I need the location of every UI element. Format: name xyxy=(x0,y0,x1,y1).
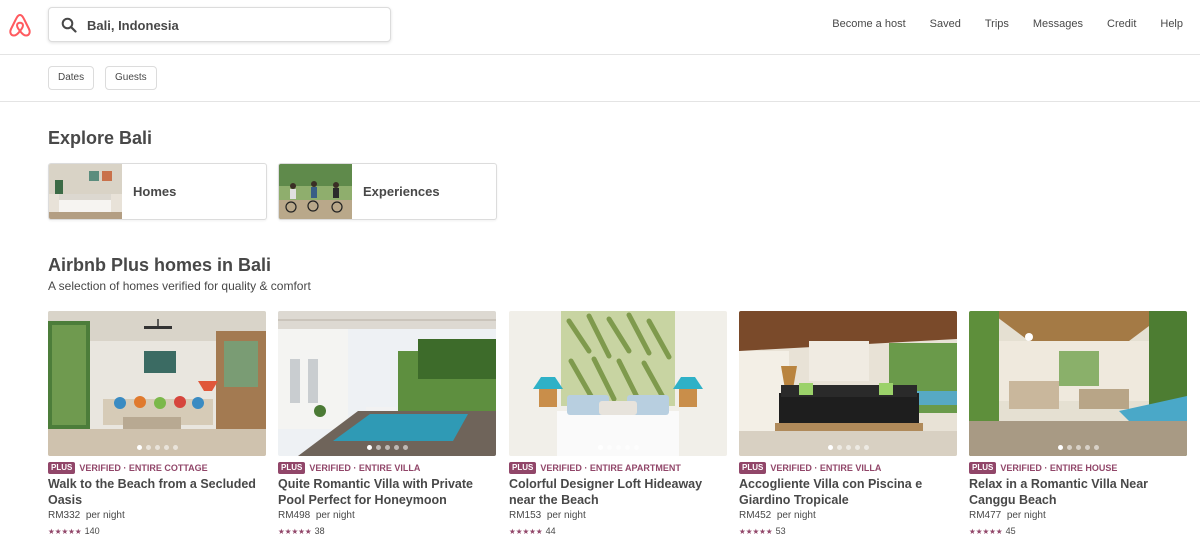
star-rating-icon: ★★★★★ xyxy=(739,526,773,536)
listing-card[interactable]: PLUS VERIFIED · ENTIRE HOUSE Relax in a … xyxy=(969,311,1187,546)
listing-title[interactable]: Quite Romantic Villa with Private Pool P… xyxy=(278,476,496,508)
search-input[interactable] xyxy=(87,14,377,36)
category-experiences-card[interactable]: Experiences xyxy=(278,163,497,220)
star-rating-icon: ★★★★★ xyxy=(278,526,312,536)
search-icon xyxy=(61,17,77,33)
listing-card[interactable]: PLUS VERIFIED · ENTIRE VILLA Quite Roman… xyxy=(278,311,496,546)
photo-carousel-dots[interactable] xyxy=(509,445,727,450)
listing-card[interactable]: PLUS VERIFIED · ENTIRE VILLA Accogliente… xyxy=(739,311,957,546)
nav-trips[interactable]: Trips xyxy=(985,18,1009,30)
guests-filter-button[interactable]: Guests xyxy=(105,66,157,90)
nav-become-host[interactable]: Become a host xyxy=(832,18,905,30)
nav-help[interactable]: Help xyxy=(1160,18,1183,30)
listing-title[interactable]: Relax in a Romantic Villa Near Canggu Be… xyxy=(969,476,1187,508)
listing-price: RM477 xyxy=(969,510,1002,521)
plus-badge: PLUS xyxy=(48,461,76,474)
search-bar[interactable] xyxy=(48,7,391,42)
review-count: 45 xyxy=(1005,526,1016,536)
listing-type: VERIFIED · ENTIRE VILLA xyxy=(309,462,421,473)
listing-type: VERIFIED · ENTIRE APARTMENT xyxy=(540,462,681,473)
photo-carousel-dots[interactable] xyxy=(739,445,957,450)
photo-carousel-dots[interactable] xyxy=(278,445,496,450)
airbnb-logo-icon[interactable] xyxy=(8,12,32,38)
star-rating-icon: ★★★★★ xyxy=(48,526,82,536)
plus-badge: PLUS xyxy=(278,461,306,474)
plus-badge: PLUS xyxy=(969,461,997,474)
plus-badge: PLUS xyxy=(509,461,537,474)
plus-section-title: Airbnb Plus homes in Bali xyxy=(48,255,272,275)
review-count: 140 xyxy=(84,526,100,536)
listing-price: RM498 xyxy=(278,510,311,521)
nav-credit[interactable]: Credit xyxy=(1107,18,1136,30)
listing-card[interactable]: PLUS VERIFIED · ENTIRE COTTAGE Walk to t… xyxy=(48,311,266,546)
price-period: per night xyxy=(85,510,125,521)
photo-carousel-dots[interactable] xyxy=(969,445,1187,450)
plus-section-subtitle: A selection of homes verified for qualit… xyxy=(48,279,311,293)
filter-bar: Dates Guests xyxy=(0,55,1200,102)
listing-price: RM452 xyxy=(739,510,772,521)
listing-price: RM153 xyxy=(509,510,542,521)
listing-photo[interactable] xyxy=(969,311,1187,456)
category-homes-card[interactable]: Homes xyxy=(48,163,267,220)
star-rating-icon: ★★★★★ xyxy=(509,526,543,536)
price-period: per night xyxy=(315,510,355,521)
listing-type: VERIFIED · ENTIRE VILLA xyxy=(770,462,882,473)
listing-photo[interactable] xyxy=(509,311,727,456)
price-period: per night xyxy=(546,510,586,521)
listing-title[interactable]: Colorful Designer Loft Hideaway near the… xyxy=(509,476,727,508)
listing-card[interactable]: PLUS VERIFIED · ENTIRE APARTMENT Colorfu… xyxy=(509,311,727,546)
listing-title[interactable]: Walk to the Beach from a Secluded Oasis xyxy=(48,476,266,508)
nav-saved[interactable]: Saved xyxy=(930,18,961,30)
photo-carousel-dots[interactable] xyxy=(48,445,266,450)
nav-messages[interactable]: Messages xyxy=(1033,18,1083,30)
category-homes-label: Homes xyxy=(133,184,177,199)
experiences-thumbnail xyxy=(279,164,352,219)
price-period: per night xyxy=(1006,510,1046,521)
dates-filter-button[interactable]: Dates xyxy=(48,66,95,90)
header-nav: Become a host Saved Trips Messages Credi… xyxy=(808,18,1183,30)
listing-type: VERIFIED · ENTIRE COTTAGE xyxy=(79,462,208,473)
price-period: per night xyxy=(776,510,816,521)
review-count: 44 xyxy=(545,526,556,536)
listing-photo[interactable] xyxy=(278,311,496,456)
plus-badge: PLUS xyxy=(739,461,767,474)
listing-title[interactable]: Accogliente Villa con Piscina e Giardino… xyxy=(739,476,957,508)
category-experiences-label: Experiences xyxy=(363,184,440,199)
listing-price: RM332 xyxy=(48,510,81,521)
listing-photo[interactable] xyxy=(739,311,957,456)
review-count: 38 xyxy=(314,526,325,536)
listing-type: VERIFIED · ENTIRE HOUSE xyxy=(1000,462,1118,473)
listing-photo[interactable] xyxy=(48,311,266,456)
explore-title: Explore Bali xyxy=(48,128,153,148)
review-count: 53 xyxy=(775,526,786,536)
top-header: Become a host Saved Trips Messages Credi… xyxy=(0,0,1200,55)
star-rating-icon: ★★★★★ xyxy=(969,526,1003,536)
homes-thumbnail xyxy=(49,164,122,219)
